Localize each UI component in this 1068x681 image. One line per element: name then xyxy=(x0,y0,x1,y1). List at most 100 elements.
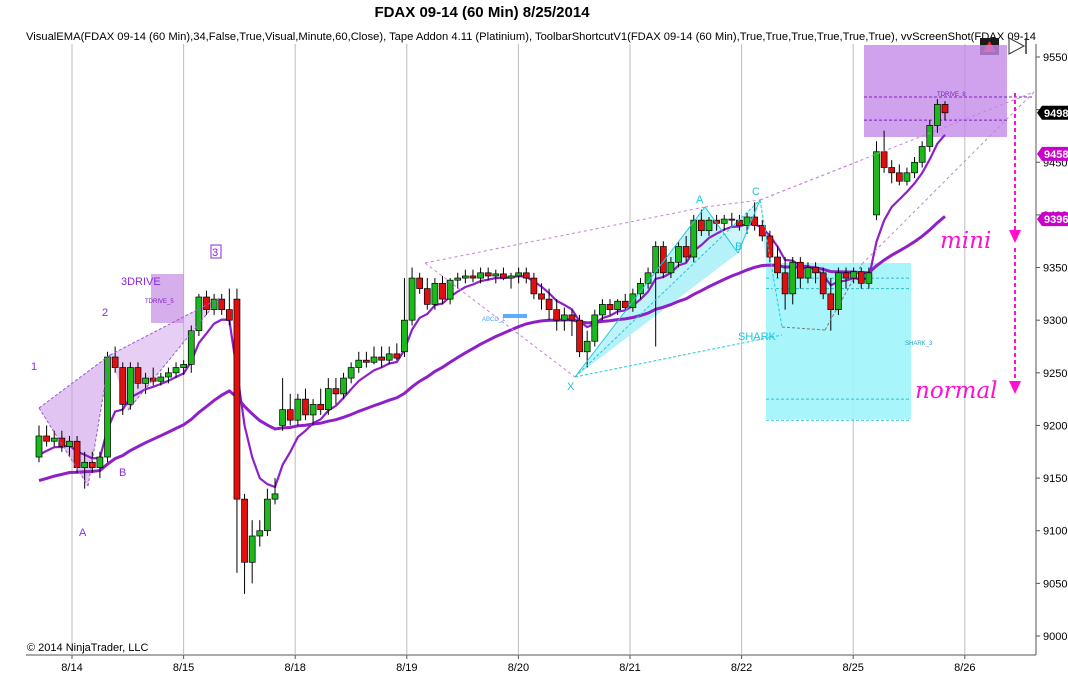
candle-down xyxy=(73,440,81,468)
candle-up xyxy=(865,272,873,284)
candle-down xyxy=(812,267,819,274)
candle-up xyxy=(157,376,165,382)
pattern-label: B xyxy=(735,241,742,253)
pattern-label: X xyxy=(567,381,575,393)
candle-down xyxy=(500,273,507,279)
candle-up xyxy=(720,218,728,224)
box-label-tdrive-5: TDRIVE_5 xyxy=(145,299,174,305)
candle-down xyxy=(58,437,66,447)
candle-up xyxy=(96,456,104,468)
pattern-label: A xyxy=(696,194,704,206)
candle-down xyxy=(393,353,401,359)
candle-down xyxy=(736,219,743,226)
candle-down xyxy=(682,246,690,258)
y-tick-label: 9150 xyxy=(1043,473,1067,485)
candle-up xyxy=(385,353,393,361)
candle-up xyxy=(127,367,134,405)
annotation-normal: normal xyxy=(915,378,998,404)
candle-up xyxy=(142,377,149,384)
candle-up xyxy=(309,404,317,416)
candle-down xyxy=(530,277,538,295)
x-tick-label: 8/22 xyxy=(731,662,752,674)
candle-up xyxy=(591,314,599,342)
y-tick-label: 9550 xyxy=(1043,52,1067,64)
box-label-tdrive-8: TDRIVE_8 xyxy=(937,92,966,98)
candle-up xyxy=(705,219,713,232)
candle-up xyxy=(667,261,675,274)
candle-down xyxy=(796,261,804,279)
candle-down xyxy=(286,409,294,421)
candle-down xyxy=(545,298,553,311)
copyright: © 2014 NinjaTrader, LLC xyxy=(27,642,148,654)
candle-down xyxy=(203,296,210,311)
candle-down xyxy=(880,151,888,168)
candle-down xyxy=(538,293,545,300)
candle-down xyxy=(781,272,789,295)
abcd-marker xyxy=(503,314,527,318)
x-tick-label: 8/26 xyxy=(954,662,975,674)
candle-up xyxy=(583,340,591,353)
candle-up xyxy=(66,440,73,447)
candle-down xyxy=(568,314,576,321)
candle-up xyxy=(340,377,347,395)
candle-up xyxy=(408,277,416,321)
candle-up xyxy=(789,261,797,295)
y-tick-label: 9000 xyxy=(1043,631,1067,643)
y-tick-label: 9350 xyxy=(1043,263,1067,275)
candle-down xyxy=(606,304,614,311)
candle-down xyxy=(332,388,340,395)
chart-title: FDAX 09-14 (60 Min) 8/25/2014 xyxy=(374,4,590,21)
candle-down xyxy=(553,309,561,321)
pattern-label: SHARK xyxy=(738,331,777,343)
pattern-label: 2 xyxy=(102,307,108,319)
candle-up xyxy=(256,530,264,537)
candle-down xyxy=(423,288,431,305)
y-tick-label: 9300 xyxy=(1043,315,1067,327)
candle-up xyxy=(515,272,522,277)
candle-down xyxy=(43,435,50,442)
candle-up xyxy=(507,275,515,279)
candle-up xyxy=(690,219,698,258)
candle-up xyxy=(462,275,469,279)
candle-down xyxy=(484,272,492,277)
candle-up xyxy=(926,125,934,147)
chart: FDAX 09-14 (60 Min) 8/25/2014 VisualEMA(… xyxy=(0,0,1068,681)
candle-up xyxy=(81,461,89,468)
candle-up xyxy=(431,282,439,305)
candle-down xyxy=(225,309,233,321)
pattern-label: C xyxy=(752,186,760,198)
candle-up xyxy=(271,493,279,500)
price-tag-label: 9498 xyxy=(1044,108,1068,120)
candle-down xyxy=(218,298,226,311)
candle-up xyxy=(195,296,203,332)
candle-down xyxy=(941,104,949,114)
pattern-label: A xyxy=(79,527,87,539)
pattern-label: 3DRIVE xyxy=(121,276,161,288)
candle-up xyxy=(172,367,180,374)
candle-up xyxy=(873,151,880,216)
annotation-mini: mini xyxy=(940,228,991,254)
candle-up xyxy=(614,300,621,311)
y-tick-label: 9250 xyxy=(1043,368,1067,380)
candle-down xyxy=(111,356,119,368)
pattern-label: 1 xyxy=(31,361,37,373)
candle-up xyxy=(835,272,842,311)
candle-up xyxy=(35,435,43,458)
candle-down xyxy=(241,498,248,563)
candle-up xyxy=(599,304,606,316)
candle-up xyxy=(294,398,302,421)
candle-down xyxy=(827,293,835,311)
x-tick-label: 8/21 xyxy=(619,662,640,674)
x-tick-label: 8/18 xyxy=(284,662,305,674)
candle-down xyxy=(416,277,424,289)
price-tag-label: 9396 xyxy=(1044,214,1068,226)
candle-down xyxy=(819,272,827,295)
candle-down xyxy=(439,282,446,300)
indicator-line: VisualEMA(FDAX 09-14 (60 Min),34,False,T… xyxy=(26,31,1036,43)
candle-up xyxy=(370,356,378,363)
x-tick-label: 8/20 xyxy=(508,662,529,674)
candle-up xyxy=(804,267,812,279)
candle-down xyxy=(774,256,781,274)
candle-up xyxy=(743,216,751,226)
candle-up xyxy=(347,367,355,379)
